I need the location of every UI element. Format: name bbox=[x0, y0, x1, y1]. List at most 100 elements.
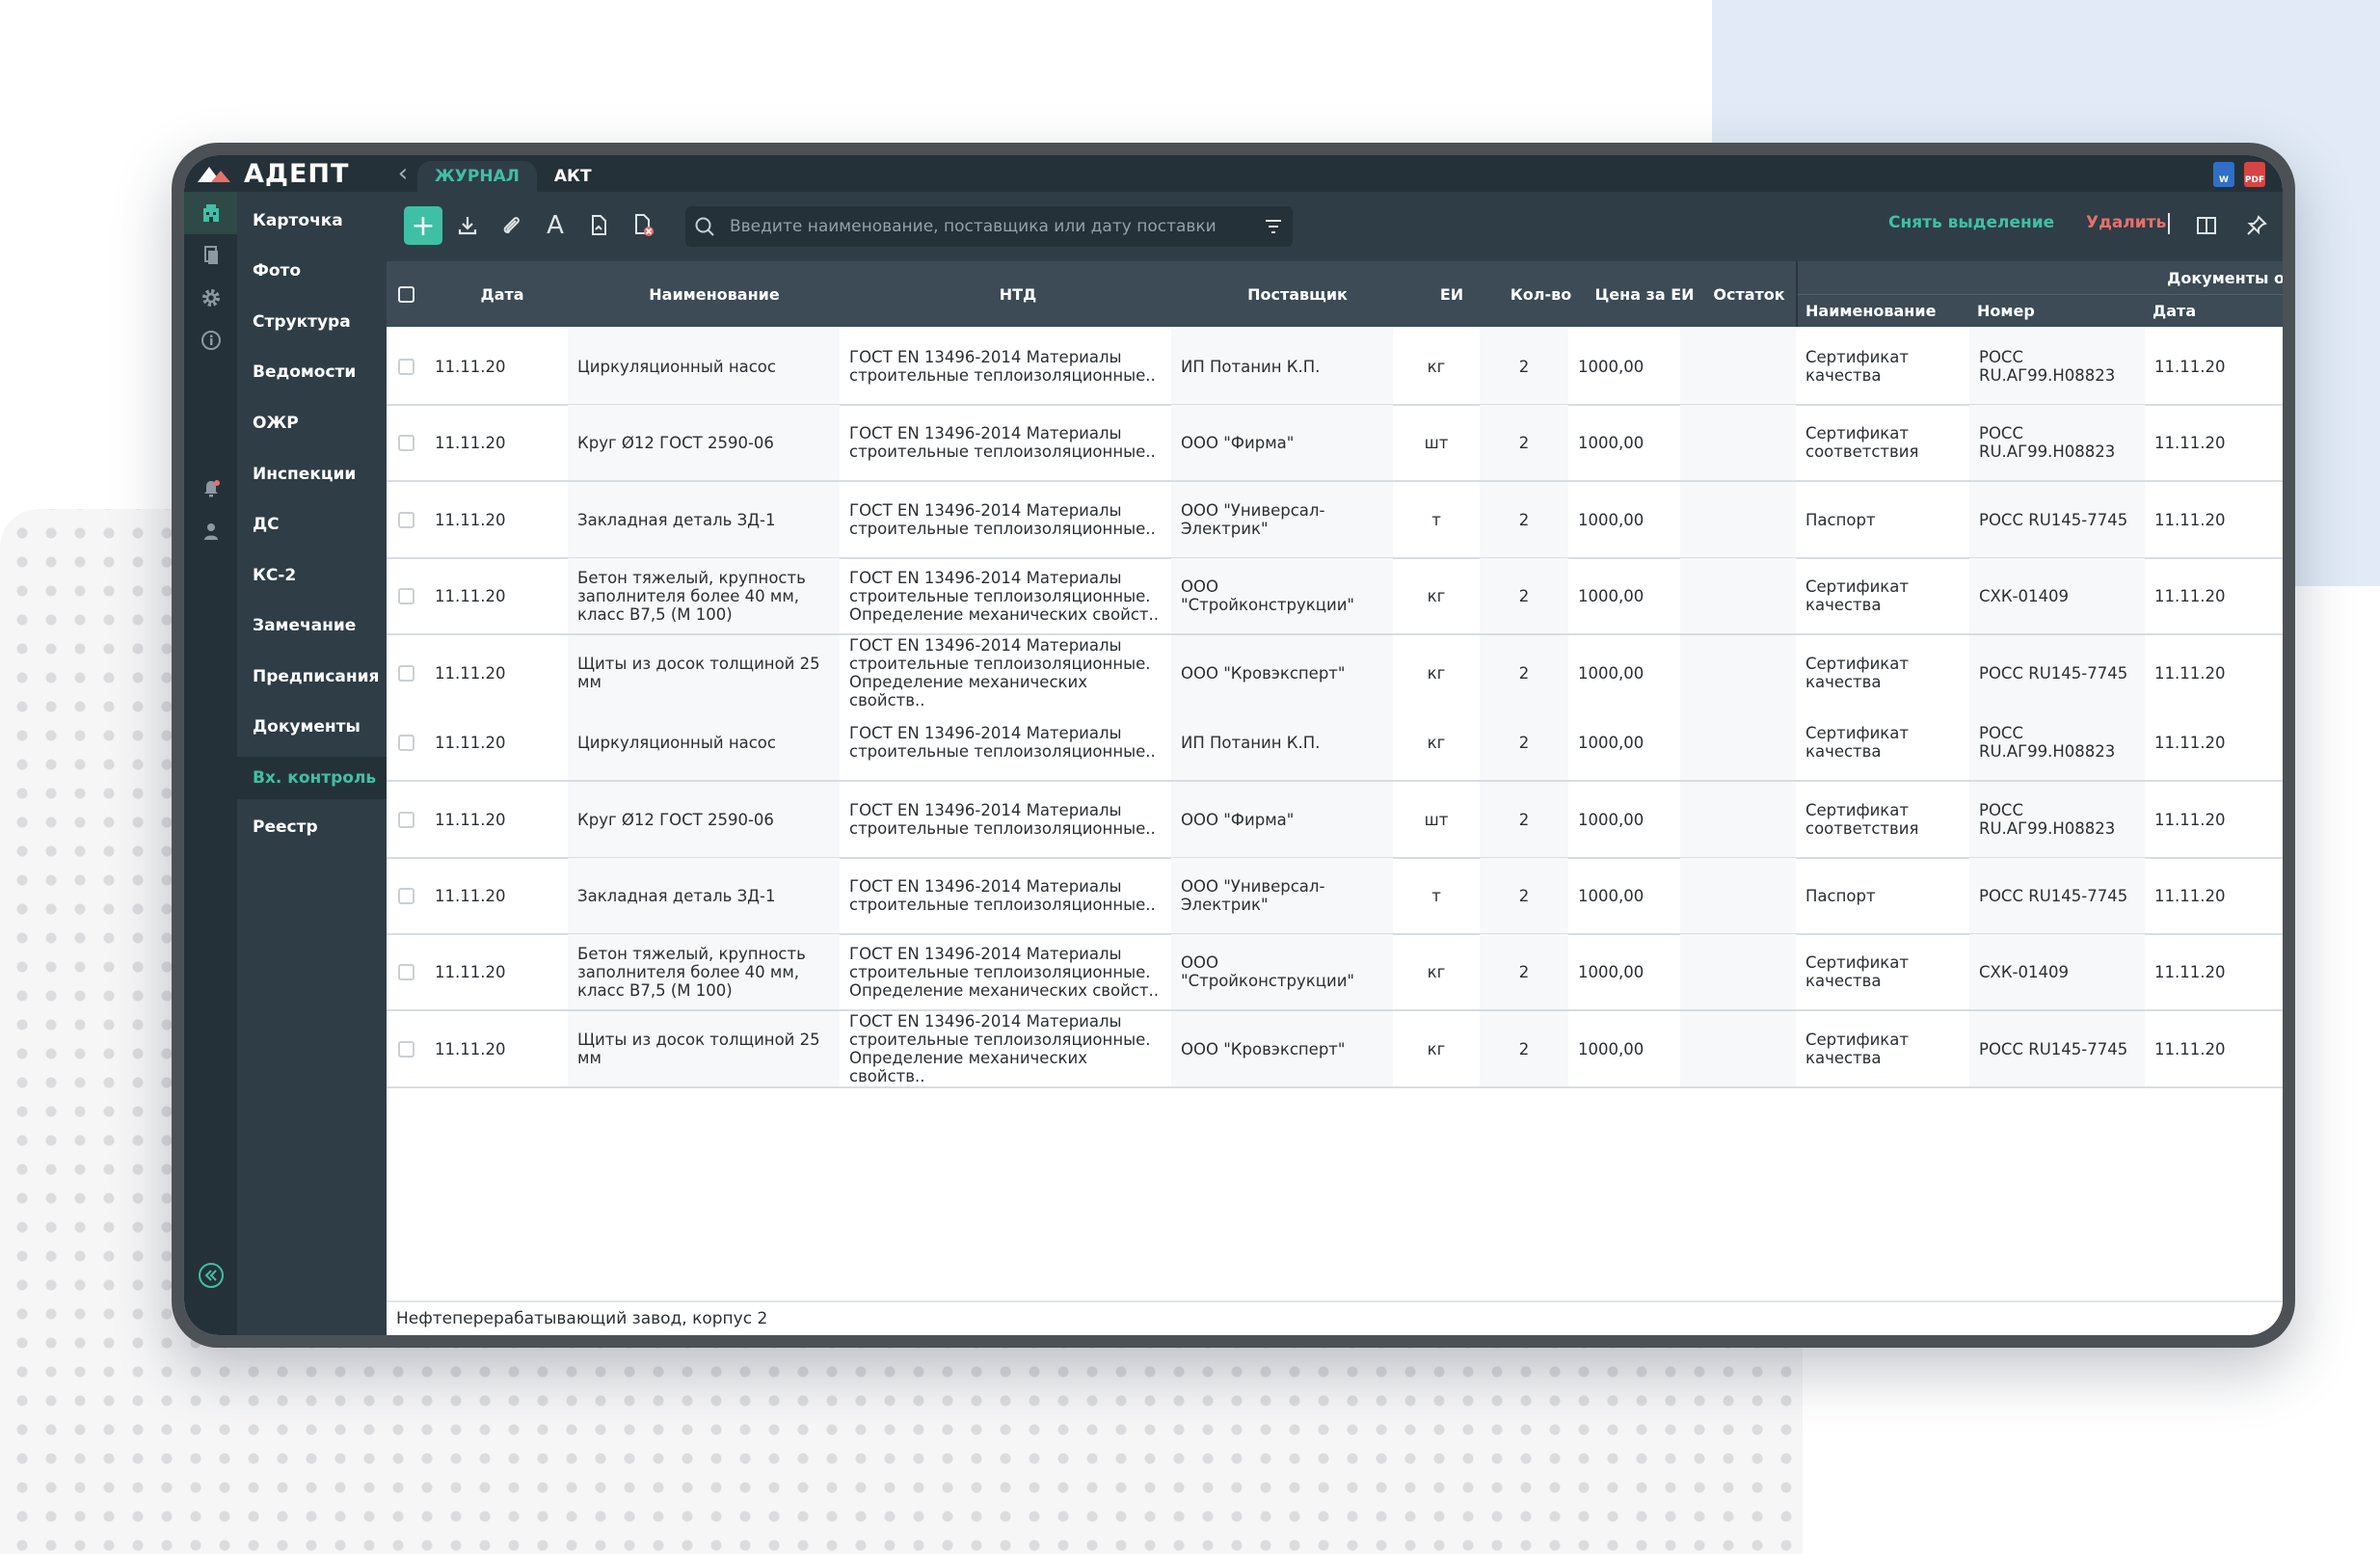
cell-remainder bbox=[1680, 329, 1796, 404]
column-header-price[interactable]: Цена за ЕИ bbox=[1587, 261, 1702, 327]
column-header-doc-number[interactable]: Номер bbox=[1969, 294, 2145, 327]
table-row[interactable]: 11.11.20 Закладная деталь ЗД-1 ГОСТ EN 134… bbox=[387, 858, 2283, 935]
select-all-checkbox[interactable] bbox=[397, 285, 414, 303]
column-header-remainder[interactable]: Остаток bbox=[1702, 261, 1796, 327]
table-row[interactable]: 11.11.20 Закладная деталь ЗД-1 ГОСТ EN 134… bbox=[387, 482, 2283, 559]
cell-supplier: ООО "Универсал-Электрик" bbox=[1171, 858, 1393, 933]
unit-value: кг bbox=[1427, 733, 1446, 752]
row-checkbox[interactable] bbox=[397, 887, 414, 904]
column-header-ntd[interactable]: НТД bbox=[849, 261, 1187, 327]
date-value: 11.11.20 bbox=[435, 733, 506, 752]
cell-remainder bbox=[1680, 558, 1796, 633]
qty-value: 2 bbox=[1518, 357, 1530, 376]
row-checkbox[interactable] bbox=[397, 587, 414, 604]
cell-date: 11.11.20 bbox=[425, 558, 568, 633]
attach-icon[interactable] bbox=[493, 206, 531, 245]
qty-value: 2 bbox=[1518, 733, 1530, 752]
sidebar-item-ozhr[interactable]: ОЖР bbox=[237, 402, 387, 444]
cell-doc-name: Сертификат качества bbox=[1796, 705, 1969, 780]
qty-value: 2 bbox=[1518, 510, 1530, 529]
table-row[interactable]: 11.11.20 Щиты из досок толщиной 25 мм ГОСТ… bbox=[387, 635, 2283, 710]
filter-icon[interactable] bbox=[1254, 216, 1293, 237]
column-header-doc-name[interactable]: Наименование bbox=[1796, 294, 1969, 327]
row-checkbox[interactable] bbox=[397, 511, 414, 528]
row-checkbox[interactable] bbox=[397, 664, 414, 682]
row-checkbox[interactable] bbox=[397, 1040, 414, 1058]
table-row[interactable]: 11.11.20 Щиты из досок толщиной 25 мм ГОСТ… bbox=[387, 1011, 2283, 1088]
pdf-export-icon[interactable]: PDF bbox=[2244, 162, 2265, 187]
delete-button[interactable]: Удалить bbox=[2086, 213, 2166, 232]
date-value: 11.11.20 bbox=[435, 962, 506, 981]
sidebar-item-ds[interactable]: ДС bbox=[237, 503, 387, 546]
sidebar-item-prescriptions[interactable]: Предписания bbox=[237, 656, 387, 698]
brand-name: АДЕПТ bbox=[244, 158, 350, 189]
table-row[interactable]: 11.11.20 Бетон тяжелый, крупность заполни… bbox=[387, 934, 2283, 1011]
info-icon[interactable] bbox=[184, 319, 237, 362]
tab-act[interactable]: АКТ bbox=[537, 161, 609, 192]
table-row[interactable]: 11.11.20 Циркуляционный насос ГОСТ EN 1349… bbox=[387, 705, 2283, 782]
cell-date: 11.11.20 bbox=[425, 1011, 568, 1086]
row-checkbox[interactable] bbox=[397, 811, 414, 828]
text-format-icon[interactable]: A bbox=[536, 206, 575, 245]
sign-document-icon[interactable] bbox=[579, 206, 618, 245]
column-group-documents: Документы о bbox=[1796, 261, 2283, 295]
name-value: Закладная деталь ЗД-1 bbox=[577, 886, 776, 905]
column-header-doc-date[interactable]: Дата bbox=[2145, 294, 2283, 327]
sidebar-item-card[interactable]: Карточка bbox=[237, 200, 387, 242]
table-row[interactable]: 11.11.20 Циркуляционный насос ГОСТ EN 1349… bbox=[387, 329, 2283, 406]
split-view-icon[interactable] bbox=[2187, 206, 2226, 245]
deselect-button[interactable]: Снять выделение bbox=[1888, 213, 2054, 232]
cell-doc-name: Сертификат соответствия bbox=[1796, 782, 1969, 857]
sidebar-item-registry[interactable]: Реестр bbox=[237, 806, 387, 848]
collapse-icon[interactable] bbox=[184, 1254, 237, 1297]
sidebar-item-remarks[interactable]: Замечание bbox=[237, 604, 387, 647]
sidebar-item-statements[interactable]: Ведомости bbox=[237, 351, 387, 393]
add-button[interactable]: + bbox=[404, 206, 442, 245]
row-checkbox[interactable] bbox=[397, 434, 414, 451]
cell-doc-name: Паспорт bbox=[1796, 858, 1969, 933]
table-row[interactable]: 11.11.20 Бетон тяжелый, крупность заполни… bbox=[387, 558, 2283, 635]
cell-ntd: ГОСТ EN 13496-2014 Материалы строительны… bbox=[840, 705, 1171, 780]
cell-ntd: ГОСТ EN 13496-2014 Материалы строительны… bbox=[840, 782, 1171, 857]
documents-icon[interactable] bbox=[184, 234, 237, 277]
back-arrow-icon[interactable]: ‹ bbox=[388, 155, 417, 192]
cell-qty: 2 bbox=[1480, 482, 1568, 557]
price-value: 1000,00 bbox=[1578, 1039, 1645, 1058]
building-icon[interactable] bbox=[184, 192, 237, 234]
cell-name: Закладная деталь ЗД-1 bbox=[568, 482, 840, 557]
sidebar-item-documents[interactable]: Документы bbox=[237, 706, 387, 748]
cell-date: 11.11.20 bbox=[425, 635, 568, 710]
settings-icon[interactable] bbox=[184, 277, 237, 319]
doc-number-value: РОСС RU.АГ99.Н08823 bbox=[1979, 348, 2116, 385]
cell-price: 1000,00 bbox=[1568, 635, 1680, 710]
name-value: Бетон тяжелый, крупность заполнителя бол… bbox=[577, 568, 806, 624]
user-icon[interactable] bbox=[184, 510, 237, 552]
cell-doc-date: 11.11.20 bbox=[2145, 934, 2283, 1009]
tab-journal[interactable]: ЖУРНАЛ bbox=[417, 161, 537, 192]
sidebar-item-structure[interactable]: Структура bbox=[237, 301, 387, 343]
column-header-supplier[interactable]: Поставщик bbox=[1187, 261, 1408, 327]
cell-price: 1000,00 bbox=[1568, 782, 1680, 857]
search-input[interactable] bbox=[724, 207, 1254, 246]
sidebar-item-inspections[interactable]: Инспекции bbox=[237, 453, 387, 496]
pin-icon[interactable] bbox=[2237, 206, 2276, 245]
table-row[interactable]: 11.11.20 Круг Ø12 ГОСТ 2590-06 ГОСТ EN 134… bbox=[387, 405, 2283, 482]
doc-date-value: 11.11.20 bbox=[2154, 433, 2226, 452]
word-export-icon[interactable]: W bbox=[2213, 162, 2234, 187]
download-icon[interactable] bbox=[448, 206, 487, 245]
row-checkbox[interactable] bbox=[397, 734, 414, 751]
column-header-qty[interactable]: Кол-во bbox=[1495, 261, 1587, 327]
delete-document-icon[interactable] bbox=[624, 206, 662, 245]
row-checkbox[interactable] bbox=[397, 963, 414, 980]
qty-value: 2 bbox=[1518, 886, 1530, 905]
sidebar-item-incoming-control[interactable]: Вх. контроль bbox=[237, 757, 387, 799]
column-header-name[interactable]: Наименование bbox=[579, 261, 849, 327]
sidebar-item-ks2[interactable]: КС-2 bbox=[237, 554, 387, 597]
notification-icon[interactable] bbox=[184, 468, 237, 510]
column-group-documents-label: Документы о bbox=[2167, 268, 2283, 287]
column-header-unit[interactable]: ЕИ bbox=[1408, 261, 1495, 327]
column-header-date[interactable]: Дата bbox=[425, 261, 579, 327]
table-row[interactable]: 11.11.20 Круг Ø12 ГОСТ 2590-06 ГОСТ EN 134… bbox=[387, 782, 2283, 859]
sidebar-item-photo[interactable]: Фото bbox=[237, 250, 387, 292]
row-checkbox[interactable] bbox=[397, 358, 414, 375]
